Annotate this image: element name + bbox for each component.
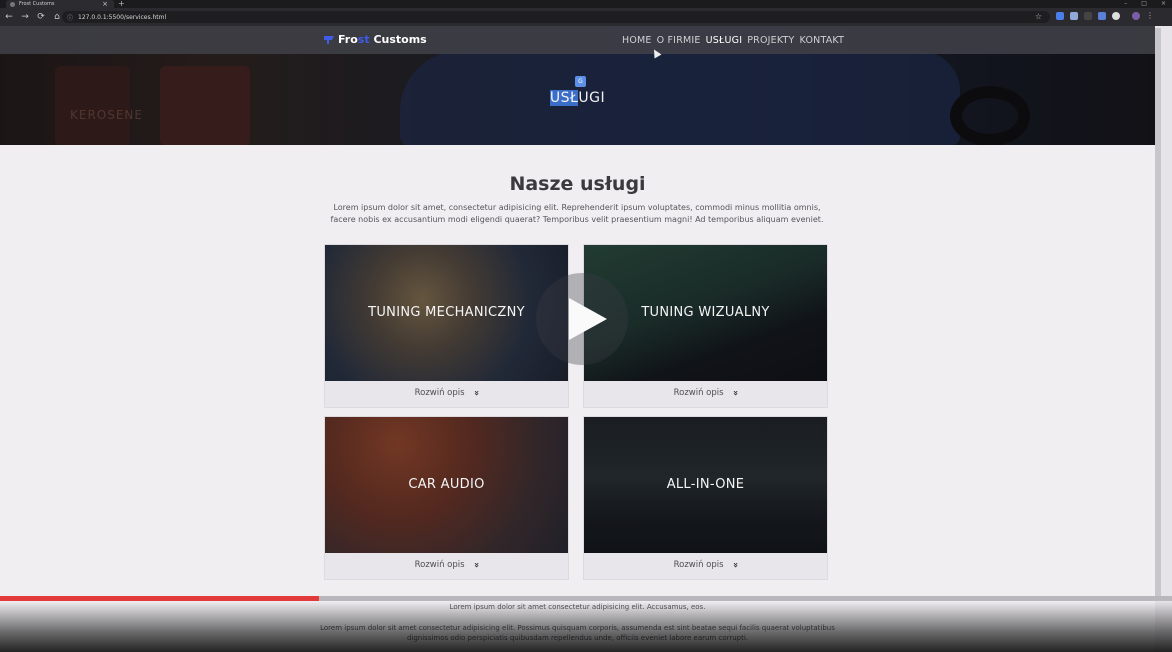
menu-item-uslugi[interactable]: USŁUGI [706, 35, 743, 46]
service-card-all-in-one: ALL-IN-ONE Rozwiń opis » [583, 416, 828, 580]
extensions-area: ⋮ [1056, 12, 1154, 20]
browser-tab[interactable]: Frost Customs × [6, 0, 114, 8]
tab-close-icon[interactable]: × [102, 0, 108, 8]
service-card-tuning-mechaniczny: TUNING MECHANICZNY Rozwiń opis » [324, 244, 569, 408]
reload-button[interactable]: ⟳ [34, 12, 48, 22]
chevron-down-icon: » [729, 562, 740, 568]
brand-name-prefix: Fro [338, 33, 358, 46]
expand-label: Rozwiń opis [673, 560, 724, 570]
video-play-button[interactable] [536, 273, 628, 365]
service-name: CAR AUDIO [408, 477, 485, 492]
expand-description-button[interactable]: Rozwiń opis » [584, 379, 827, 407]
extension-icon[interactable] [1098, 12, 1106, 20]
profile-avatar[interactable] [1132, 12, 1140, 20]
expand-description-button[interactable]: Rozwiń opis » [325, 379, 568, 407]
new-tab-button[interactable]: + [118, 0, 125, 8]
extension-icon[interactable] [1112, 12, 1120, 20]
services-intro: Lorem ipsum dolor sit amet, consectetur … [330, 203, 824, 224]
favicon-icon [10, 1, 15, 7]
menu-item-kontakt[interactable]: KONTAKT [800, 35, 845, 46]
chevron-down-icon: » [729, 390, 740, 396]
translate-icon[interactable]: G [575, 76, 586, 87]
webpage: KEROSENE Fro st Customs HOME O FIRMIE USŁ… [0, 26, 1155, 652]
forward-button[interactable]: → [18, 12, 32, 22]
brand-name-suffix: Customs [369, 33, 427, 46]
tab-title: Frost Customs [19, 1, 55, 7]
expand-description-button[interactable]: Rozwiń opis » [584, 551, 827, 579]
minimize-button[interactable]: – [1124, 0, 1127, 8]
service-name: ALL-IN-ONE [666, 477, 745, 492]
site-navbar: Fro st Customs HOME O FIRMIE USŁUGI PROJE… [0, 26, 1155, 59]
chevron-down-icon: » [470, 562, 481, 568]
hero-title-rest: UGI [578, 90, 606, 106]
chevron-down-icon: » [470, 390, 481, 396]
address-bar[interactable]: ⓘ 127.0.0.1:5500/services.html ☆ [62, 11, 1050, 23]
hero-title: USŁUGI [0, 90, 1155, 106]
video-progress-bar[interactable] [0, 596, 1172, 601]
hero-title-selected: USŁ [549, 90, 579, 106]
expand-description-button[interactable]: Rozwiń opis » [325, 551, 568, 579]
close-window-button[interactable]: × [1161, 0, 1166, 8]
main-menu: HOME O FIRMIE USŁUGI PROJEKTY KONTAKT [622, 35, 844, 46]
expand-label: Rozwiń opis [673, 388, 724, 398]
brand-flag-icon [324, 35, 334, 44]
brand-name-accent: st [357, 33, 370, 46]
menu-item-projekty[interactable]: PROJEKTY [747, 35, 794, 46]
video-progress-fill [0, 596, 319, 601]
services-title: Nasze usługi [509, 173, 646, 195]
play-icon [569, 298, 607, 340]
bookmark-star-icon[interactable]: ☆ [1035, 11, 1042, 23]
footer-line-1: Lorem ipsum dolor sit amet consectetur a… [449, 603, 706, 611]
menu-item-home[interactable]: HOME [622, 35, 652, 46]
footer-line-3: dignissimos odio perspiciatis quibusdam … [406, 634, 749, 642]
extension-icon[interactable] [1070, 12, 1078, 20]
menu-dots-icon[interactable]: ⋮ [1146, 12, 1154, 20]
expand-label: Rozwiń opis [414, 560, 465, 570]
service-name: TUNING MECHANICZNY [368, 305, 525, 320]
service-card-car-audio: CAR AUDIO Rozwiń opis » [324, 416, 569, 580]
extension-icon[interactable] [1084, 12, 1092, 20]
url-text[interactable]: 127.0.0.1:5500/services.html [78, 14, 166, 21]
brand-logo[interactable]: Fro st Customs [324, 33, 427, 46]
expand-label: Rozwiń opis [414, 388, 465, 398]
extension-icon[interactable] [1056, 12, 1064, 20]
browser-toolbar: ← → ⟳ ⌂ ⓘ 127.0.0.1:5500/services.html ☆… [0, 8, 1172, 26]
browser-tab-strip: Frost Customs × + – □ × [0, 0, 1172, 8]
back-button[interactable]: ← [2, 12, 16, 22]
hero-banner: KEROSENE Fro st Customs HOME O FIRMIE USŁ… [0, 26, 1155, 145]
site-info-icon[interactable]: ⓘ [67, 13, 73, 22]
hero-barrel-text: KEROSENE [70, 108, 143, 122]
window-controls: – □ × [1124, 0, 1166, 8]
maximize-button[interactable]: □ [1141, 0, 1147, 8]
footer-line-2: Lorem ipsum dolor sit amet consectetur a… [320, 624, 835, 632]
menu-item-o-firmie[interactable]: O FIRMIE [657, 35, 701, 46]
scrollbar-thumb[interactable] [1155, 28, 1161, 598]
